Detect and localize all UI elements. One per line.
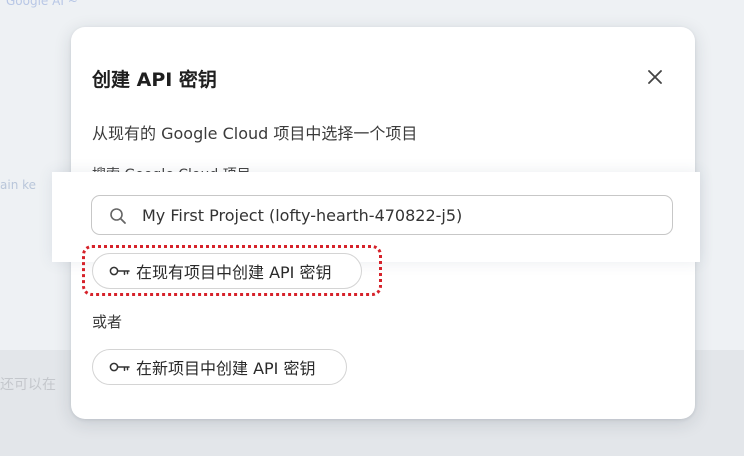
search-icon	[110, 208, 126, 224]
create-key-existing-label: 在现有项目中创建 API 密钥	[136, 263, 332, 282]
project-search-box[interactable]	[91, 195, 673, 235]
key-icon	[109, 362, 130, 372]
key-icon	[109, 266, 130, 276]
create-key-existing-project-button[interactable]: 在现有项目中创建 API 密钥	[92, 253, 362, 289]
create-key-new-project-button[interactable]: 在新项目中创建 API 密钥	[92, 349, 347, 385]
dialog-title: 创建 API 密钥	[92, 69, 217, 91]
background-bottom-text: 还可以在	[0, 377, 56, 393]
background-link: Google AI ~	[6, 0, 78, 8]
dialog-description: 从现有的 Google Cloud 项目中选择一个项目	[92, 124, 418, 143]
project-search-input[interactable]	[142, 202, 662, 228]
or-separator: 或者	[92, 313, 123, 331]
background-code-text: ain ke	[0, 178, 37, 192]
close-button[interactable]	[641, 63, 669, 91]
close-icon	[648, 70, 662, 84]
create-key-new-label: 在新项目中创建 API 密钥	[136, 359, 316, 378]
